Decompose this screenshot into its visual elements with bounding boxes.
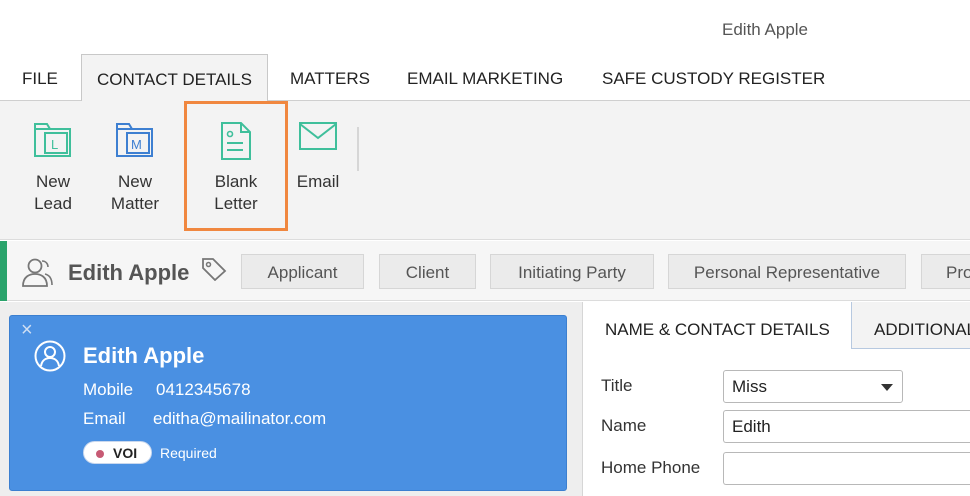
contact-name-heading: Edith Apple xyxy=(68,260,190,285)
tab-file[interactable]: FILE xyxy=(22,54,58,101)
close-icon[interactable]: × xyxy=(21,319,33,342)
contact-header-bar: Edith Apple Applicant Client Initiating … xyxy=(0,241,970,301)
details-panel: NAME & CONTACT DETAILS ADDITIONAL Title … xyxy=(582,302,970,496)
envelope-icon xyxy=(298,121,338,156)
email-label: Email xyxy=(296,172,340,191)
role-chip-initiating-party[interactable]: Initiating Party xyxy=(490,254,654,289)
role-chip-client[interactable]: Client xyxy=(379,254,476,289)
new-lead-label-1: New xyxy=(35,172,70,191)
svg-text:L: L xyxy=(51,137,58,152)
voi-status-text: Required xyxy=(160,445,217,461)
new-lead-label-2: Lead xyxy=(34,194,72,213)
tab-email-marketing[interactable]: EMAIL MARKETING xyxy=(407,54,563,101)
title-select[interactable]: Miss xyxy=(723,370,903,403)
title-select-value: Miss xyxy=(732,377,767,396)
folder-m-icon: M xyxy=(114,121,156,164)
folder-l-icon: L xyxy=(32,121,74,164)
contact-accent-stripe xyxy=(0,241,7,301)
role-chip-applicant[interactable]: Applicant xyxy=(241,254,364,289)
name-field-value: Edith xyxy=(732,417,771,436)
voi-badge[interactable]: VOI xyxy=(83,441,152,464)
home-phone-field[interactable] xyxy=(723,452,970,485)
role-chip-pro[interactable]: Pro xyxy=(921,254,970,289)
voi-badge-label: VOI xyxy=(113,445,138,461)
tab-additional[interactable]: ADDITIONAL xyxy=(851,302,970,349)
email-button[interactable]: Email xyxy=(290,101,346,231)
window-title-bar: Edith Apple xyxy=(0,0,970,60)
main-menu-tabs: FILE CONTACT DETAILS MATTERS EMAIL MARKE… xyxy=(0,54,970,102)
role-chip-personal-representative[interactable]: Personal Representative xyxy=(668,254,906,289)
current-user-name: Edith Apple xyxy=(722,20,809,39)
tag-icon[interactable] xyxy=(201,257,227,286)
tab-contact-details[interactable]: CONTACT DETAILS xyxy=(81,54,268,102)
name-field[interactable]: Edith xyxy=(723,410,970,443)
home-phone-label: Home Phone xyxy=(601,458,701,477)
person-icon xyxy=(20,257,54,292)
mobile-value[interactable]: 0412345678 xyxy=(156,380,251,400)
title-label: Title xyxy=(601,376,633,395)
tab-safe-custody-register[interactable]: SAFE CUSTODY REGISTER xyxy=(602,54,825,101)
email-value[interactable]: editha@mailinator.com xyxy=(153,409,326,429)
status-dot-icon xyxy=(96,450,104,458)
new-matter-label-2: Matter xyxy=(110,194,160,213)
new-matter-label-1: New xyxy=(117,172,152,191)
name-label: Name xyxy=(601,416,647,435)
contact-content-area: × Edith Apple Mobile 0412345678 Email ed… xyxy=(0,302,970,496)
mobile-label: Mobile xyxy=(83,380,134,399)
new-lead-button[interactable]: L New Lead xyxy=(20,101,86,231)
chevron-down-icon xyxy=(881,384,893,391)
card-contact-name: Edith Apple xyxy=(83,343,205,368)
blank-letter-highlight-box xyxy=(184,101,288,231)
contact-summary-card[interactable]: × Edith Apple Mobile 0412345678 Email ed… xyxy=(9,315,567,491)
ribbon-toolbar: L New Lead M New Matter Blank Letter Ema… xyxy=(0,101,970,240)
ribbon-divider xyxy=(357,127,359,171)
email-label: Email xyxy=(83,409,126,428)
svg-text:M: M xyxy=(131,137,142,152)
tab-name-contact-details[interactable]: NAME & CONTACT DETAILS xyxy=(605,302,830,349)
new-matter-button[interactable]: M New Matter xyxy=(101,101,169,231)
tab-matters[interactable]: MATTERS xyxy=(290,54,370,101)
user-circle-icon xyxy=(34,340,66,377)
